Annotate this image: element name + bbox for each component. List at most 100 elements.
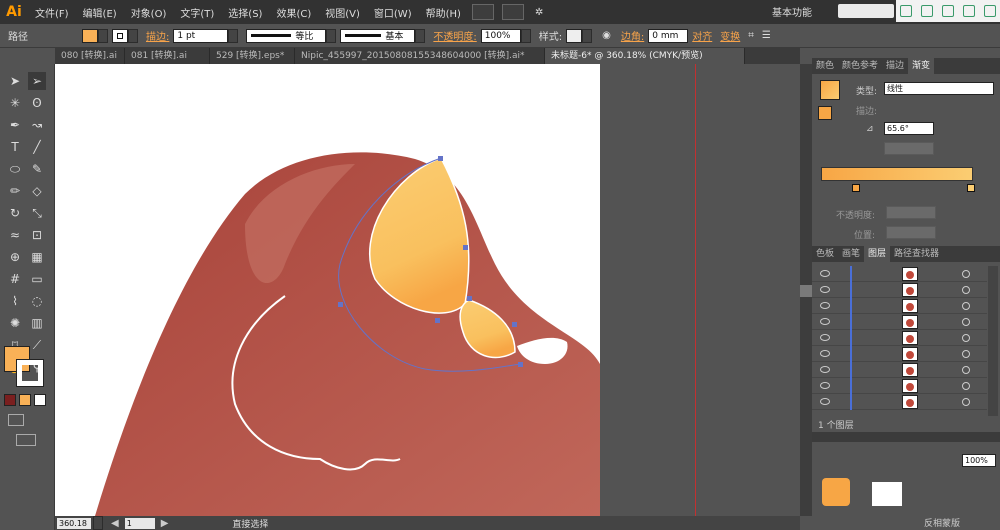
stroke-dropdown[interactable]: [128, 28, 138, 43]
opacity-dropdown[interactable]: [520, 28, 531, 43]
tab-swatches[interactable]: 色板: [812, 246, 838, 262]
sync-icon[interactable]: ✲: [528, 7, 550, 18]
anchor-point[interactable]: [467, 296, 472, 301]
align-link[interactable]: 对齐: [692, 28, 712, 43]
gradient-slider[interactable]: [821, 167, 973, 181]
expand-icon[interactable]: [921, 5, 934, 17]
symbol-sprayer-icon[interactable]: ✺: [6, 314, 24, 332]
menu-help[interactable]: 帮助(H): [419, 5, 468, 20]
magic-wand-icon[interactable]: ✳: [6, 94, 24, 112]
stroke-weight-dropdown[interactable]: [228, 28, 239, 43]
target-circle-icon[interactable]: [962, 286, 970, 294]
eyedropper-icon[interactable]: ⌇: [6, 292, 24, 310]
artboard[interactable]: [55, 64, 600, 516]
share-icon[interactable]: [962, 5, 975, 17]
next-artboard-icon[interactable]: ▶: [161, 518, 169, 529]
opacity-field[interactable]: 100%: [480, 28, 521, 43]
target-circle-icon[interactable]: [962, 334, 970, 342]
paintbrush-icon[interactable]: ✎: [28, 160, 46, 178]
target-circle-icon[interactable]: [962, 366, 970, 374]
tab-layers[interactable]: 图层: [864, 246, 891, 262]
fill-swatch[interactable]: [82, 28, 98, 43]
curvature-tool-icon[interactable]: ↝: [28, 116, 46, 134]
gradient-stop-left[interactable]: [852, 184, 860, 192]
tab-gradient[interactable]: 渐变: [908, 58, 935, 74]
selection-tool-icon[interactable]: ➤: [6, 72, 24, 90]
screen-mode-icon[interactable]: [16, 434, 36, 446]
visibility-eye-icon[interactable]: [820, 382, 830, 389]
mesh-tool-icon[interactable]: #: [6, 270, 24, 288]
transparency-thumbnail[interactable]: [822, 478, 850, 506]
profile-dropdown[interactable]: [326, 28, 337, 43]
menu-select[interactable]: 选择(S): [221, 5, 269, 20]
tab-doc-081[interactable]: 081 [转换].ai: [125, 48, 210, 64]
anchor-point[interactable]: [512, 322, 517, 327]
slice-tool-icon[interactable]: ⟋: [28, 336, 46, 354]
stroke-label[interactable]: 描边:: [146, 28, 169, 43]
angle-field[interactable]: 65.6°: [884, 122, 934, 135]
anchor-point[interactable]: [438, 156, 443, 161]
visibility-eye-icon[interactable]: [820, 366, 830, 373]
brush-dropdown[interactable]: [415, 28, 426, 43]
layer-row[interactable]: [812, 378, 987, 394]
mask-opacity-field[interactable]: 100%: [962, 454, 996, 467]
visibility-eye-icon[interactable]: [820, 350, 830, 357]
gradient-mode-icon[interactable]: [19, 394, 31, 406]
graphic-style-dropdown[interactable]: [582, 28, 593, 43]
free-transform-icon[interactable]: ⊡: [28, 226, 46, 244]
layer-row[interactable]: [812, 362, 987, 378]
corner-field[interactable]: 0 mm: [648, 28, 689, 43]
target-circle-icon[interactable]: [962, 318, 970, 326]
direct-selection-tool-icon[interactable]: ➢: [28, 72, 46, 90]
corner-label[interactable]: 边角:: [621, 28, 644, 43]
target-circle-icon[interactable]: [962, 270, 970, 278]
tab-doc-nipic[interactable]: Nipic_455997_20150808155348604000 [转换].a…: [295, 48, 545, 64]
tab-doc-080[interactable]: 080 [转换].ai: [55, 48, 125, 64]
gradient-type-select[interactable]: 线性: [884, 82, 994, 95]
graph-tool-icon[interactable]: ▥: [28, 314, 46, 332]
layers-scrollbar[interactable]: [988, 266, 998, 416]
none-mode-icon[interactable]: [34, 394, 46, 406]
more-options-icon[interactable]: ☰: [762, 30, 771, 41]
draw-mode-icon[interactable]: [8, 414, 24, 426]
target-circle-icon[interactable]: [962, 302, 970, 310]
tab-stroke[interactable]: 描边: [882, 58, 908, 74]
target-circle-icon[interactable]: [962, 382, 970, 390]
prev-artboard-icon[interactable]: ◀: [111, 518, 119, 529]
anchor-point[interactable]: [338, 302, 343, 307]
type-tool-icon[interactable]: T: [6, 138, 24, 156]
zoom-field[interactable]: 360.18: [57, 517, 91, 529]
layer-row[interactable]: [812, 266, 987, 282]
menu-edit[interactable]: 编辑(E): [76, 5, 124, 20]
menu-file[interactable]: 文件(F): [28, 5, 76, 20]
tab-doc-529[interactable]: 529 [转换].eps*: [210, 48, 295, 64]
menu-object[interactable]: 对象(O): [124, 5, 174, 20]
line-tool-icon[interactable]: ╱: [28, 138, 46, 156]
gradient-preview-swatch[interactable]: [820, 80, 840, 100]
menu-view[interactable]: 视图(V): [318, 5, 367, 20]
canvas-area[interactable]: [55, 64, 800, 516]
gradient-fill-indicator[interactable]: [818, 106, 832, 120]
gradient-tool-icon[interactable]: ▭: [28, 270, 46, 288]
stroke-weight-field[interactable]: 1 pt: [173, 28, 229, 43]
target-circle-icon[interactable]: [962, 350, 970, 358]
transform-link[interactable]: 变换: [720, 28, 740, 43]
invert-mask-label[interactable]: 反相蒙版: [924, 516, 960, 529]
anchor-point[interactable]: [463, 245, 468, 250]
gradient-stop-right[interactable]: [967, 184, 975, 192]
blend-tool-icon[interactable]: ◌: [28, 292, 46, 310]
fill-dropdown[interactable]: [98, 28, 108, 43]
pen-tool-icon[interactable]: ✒: [6, 116, 24, 134]
variable-width-profile[interactable]: 等比: [246, 28, 327, 43]
anchor-point[interactable]: [518, 362, 523, 367]
lasso-icon[interactable]: ʘ: [28, 94, 46, 112]
shape-builder-icon[interactable]: ⊕: [6, 248, 24, 266]
sausage-body[interactable]: [95, 152, 600, 516]
tab-brushes[interactable]: 画笔: [838, 246, 864, 262]
ellipse-tool-icon[interactable]: ⬭: [6, 160, 24, 178]
menu-type[interactable]: 文字(T): [173, 5, 221, 20]
rotate-tool-icon[interactable]: ↻: [6, 204, 24, 222]
opacity-mask-thumbnail[interactable]: [872, 482, 902, 506]
brush-definition[interactable]: 基本: [340, 28, 416, 43]
visibility-eye-icon[interactable]: [820, 286, 830, 293]
